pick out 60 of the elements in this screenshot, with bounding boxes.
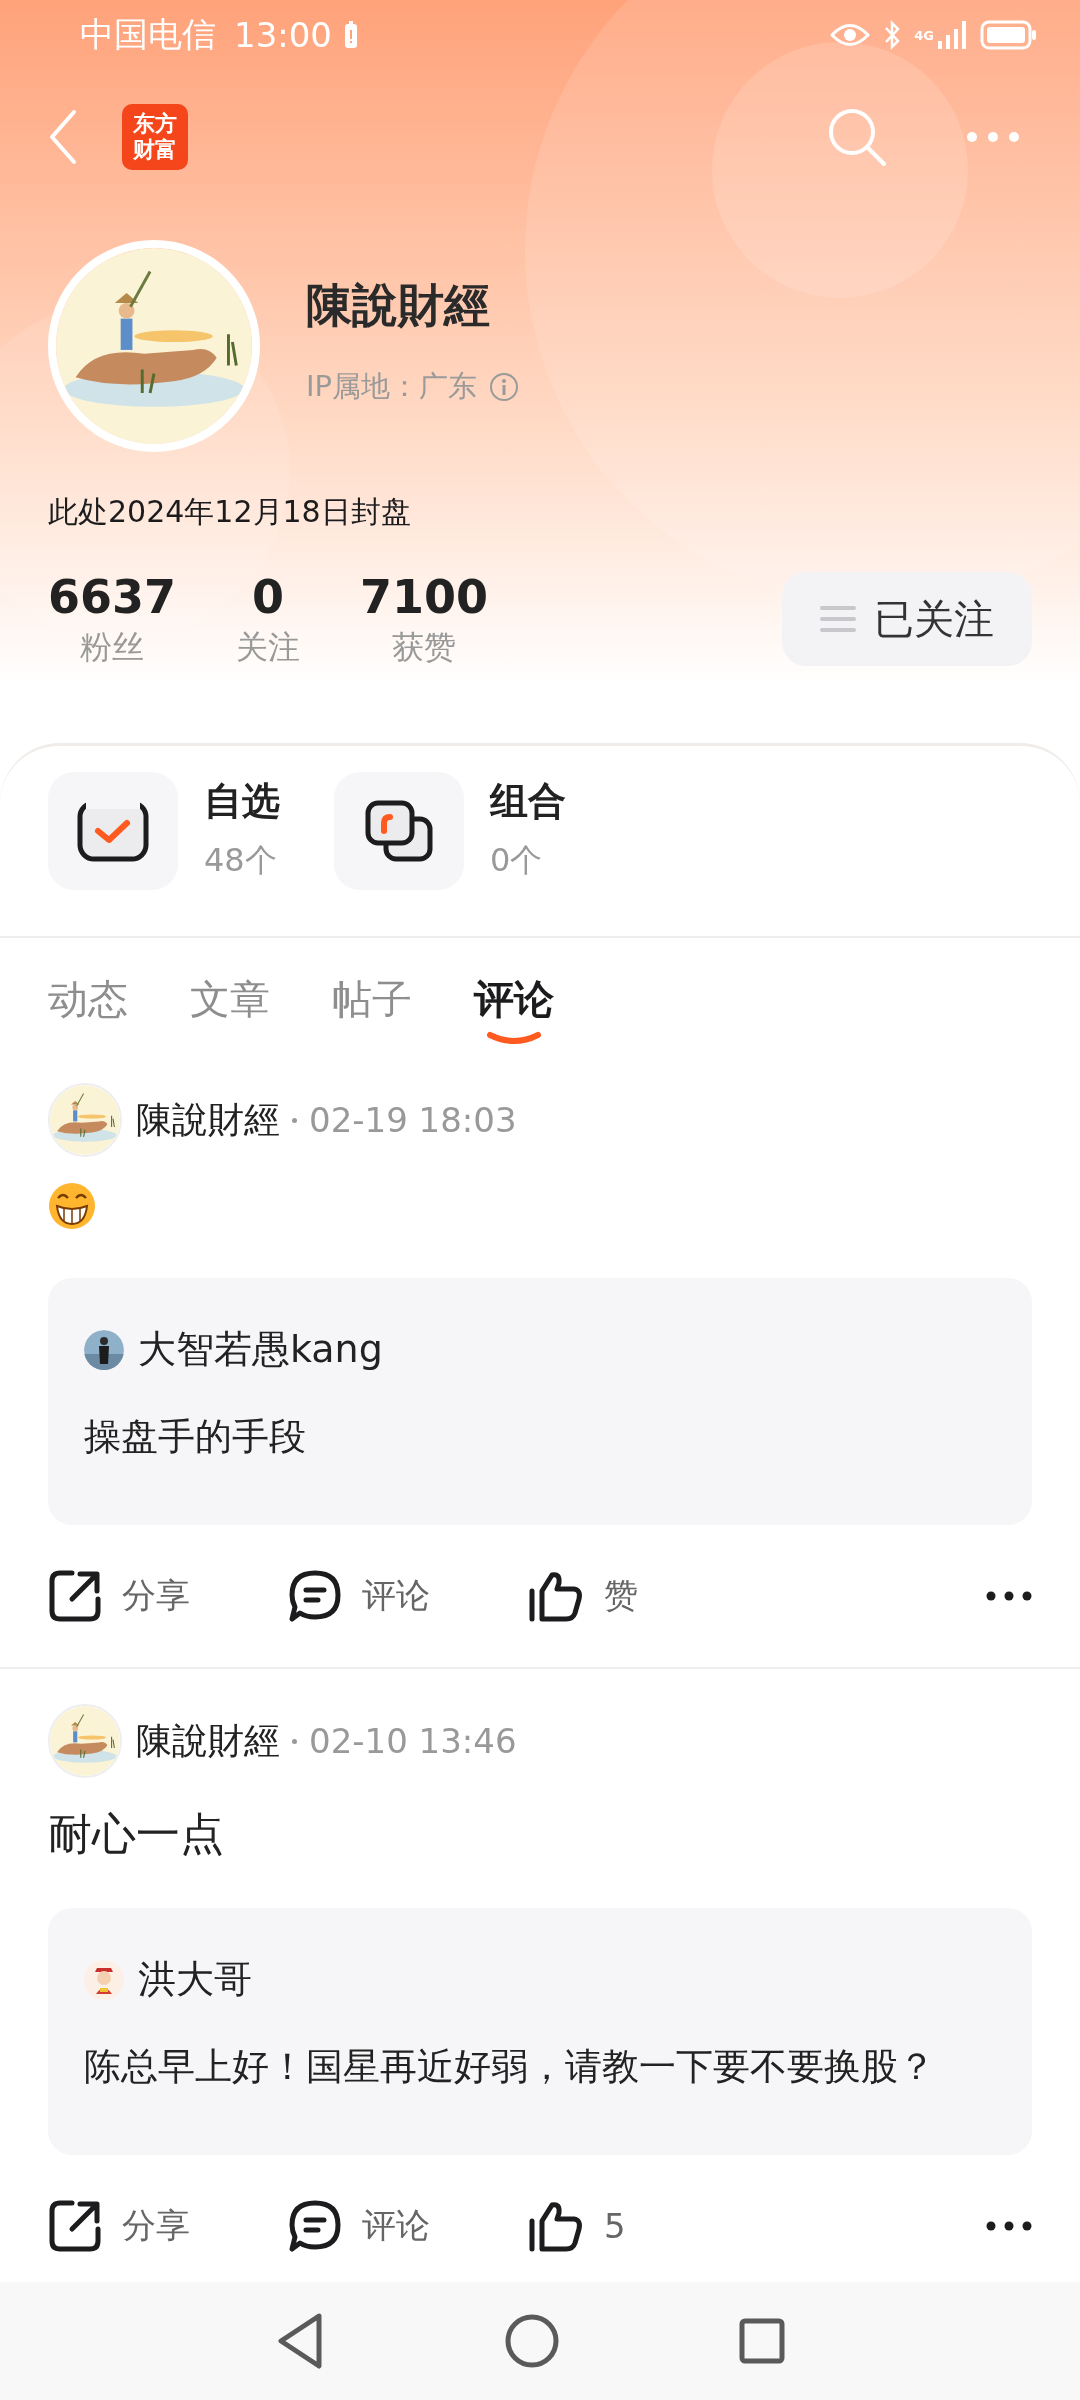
tab[interactable]: 评论 <box>474 972 554 1048</box>
action-button[interactable]: 分享 <box>48 1569 288 1623</box>
stat-value: 6637 <box>48 569 177 625</box>
quoted-comment[interactable]: 洪大哥 陈总早上好！国星再近好弱，请教一下要不要换股？ <box>48 1908 1032 2155</box>
eye-icon <box>830 22 871 48</box>
stat-value: 7100 <box>360 569 489 625</box>
action-button[interactable]: 评论 <box>288 1569 528 1623</box>
shortcut-count: 0个 <box>490 840 544 881</box>
author-name[interactable]: 陳說財經 <box>136 1716 280 1766</box>
shortcut-title[interactable]: 自选 <box>204 776 280 827</box>
carrier-name: 中国电信 <box>80 13 216 56</box>
separator-dot <box>292 1117 297 1123</box>
share-icon <box>48 2199 102 2253</box>
separator-dot <box>292 1738 297 1744</box>
back-triangle-icon[interactable] <box>275 2312 325 2370</box>
tab[interactable]: 动态 <box>48 972 128 1048</box>
post-text: 耐心一点 <box>48 1807 225 1861</box>
network-type: 4G <box>914 27 934 43</box>
menu-lines-icon <box>820 605 856 633</box>
app-logo: 东方 财富 <box>122 104 188 170</box>
status-time: 13:00 <box>234 15 332 55</box>
quoted-author: 大智若愚kang <box>138 1326 383 1373</box>
ip-location: IP属地：广东 <box>306 368 478 405</box>
signal-icon <box>938 21 968 49</box>
stat-value: 0 <box>252 569 285 625</box>
profile-name: 陳說財經 <box>306 277 491 334</box>
follow-button[interactable]: 已关注 <box>782 572 1032 666</box>
post-time: 02-19 18:03 <box>309 1100 517 1140</box>
action-button[interactable]: 分享 <box>48 2199 288 2253</box>
tab-underline <box>486 1031 542 1045</box>
recents-square-icon[interactable] <box>739 2318 785 2364</box>
post-time: 02-10 13:46 <box>309 1721 517 1761</box>
quoted-text: 操盘手的手段 <box>84 1414 307 1460</box>
action-button[interactable]: 评论 <box>288 2199 528 2253</box>
speech-bubble-icon <box>288 2199 342 2253</box>
more-icon[interactable] <box>986 2221 1032 2231</box>
share-icon <box>48 1569 102 1623</box>
home-circle-icon[interactable] <box>505 2314 559 2368</box>
checkbox-icon[interactable] <box>48 772 178 890</box>
profile-bio: 此处2024年12月18日封盘 <box>47 493 412 531</box>
stat-label: 关注 <box>236 627 301 668</box>
shortcut-title[interactable]: 组合 <box>490 776 566 827</box>
battery-icon <box>980 20 1038 50</box>
speech-bubble-icon <box>288 1569 342 1623</box>
overlapping-squares-icon[interactable] <box>334 772 464 890</box>
shortcut-count: 48个 <box>204 840 278 881</box>
quoted-author: 洪大哥 <box>138 1956 252 2003</box>
more-icon[interactable] <box>986 1591 1032 1601</box>
author-name[interactable]: 陳說財經 <box>136 1095 280 1145</box>
tab[interactable]: 文章 <box>190 972 270 1048</box>
quoted-comment[interactable]: 大智若愚kang 操盘手的手段 <box>48 1278 1032 1525</box>
tab[interactable]: 帖子 <box>332 972 412 1048</box>
stat-label: 粉丝 <box>80 627 144 668</box>
thumbs-up-icon <box>528 2199 584 2253</box>
grinning-emoji-icon <box>48 1182 96 1230</box>
thumbs-up-icon <box>528 1569 584 1623</box>
action-button[interactable]: 赞 <box>528 1569 768 1623</box>
stat-label: 获赞 <box>392 627 457 668</box>
quoted-text: 陈总早上好！国星再近好弱，请教一下要不要换股？ <box>84 2044 936 2090</box>
action-button[interactable]: 5 <box>528 2199 768 2253</box>
